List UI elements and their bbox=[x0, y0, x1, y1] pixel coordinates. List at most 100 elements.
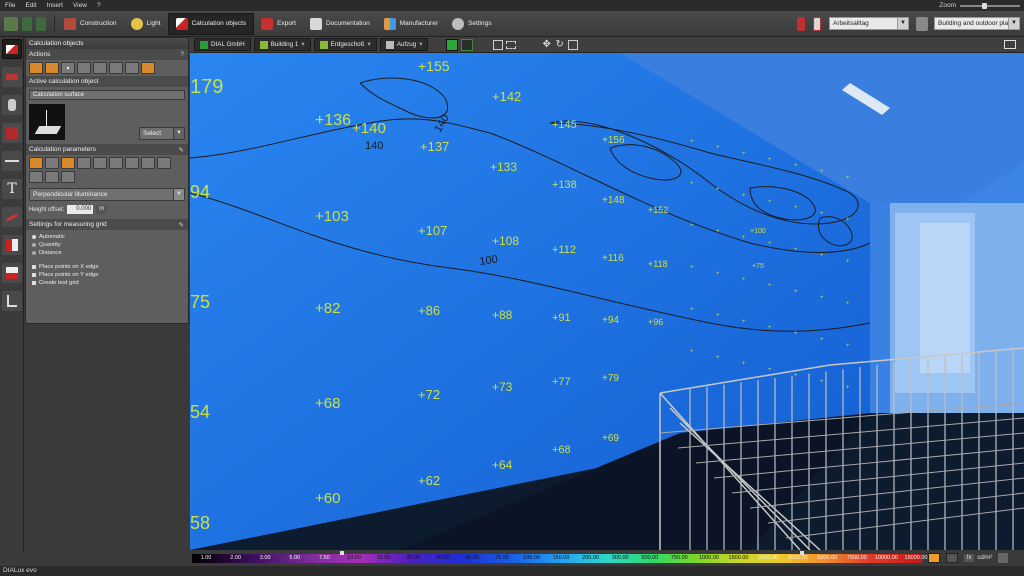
legend-options-icon[interactable] bbox=[998, 553, 1009, 563]
calculation-surface-field[interactable]: Calculation surface bbox=[29, 90, 185, 100]
param-illuminance-button[interactable] bbox=[29, 157, 43, 169]
tab-manufacturer[interactable]: Manufacturer bbox=[377, 13, 445, 35]
scene-on-icon[interactable] bbox=[813, 16, 821, 31]
legend-toggle-button[interactable] bbox=[946, 553, 958, 563]
text-tool[interactable]: T bbox=[2, 179, 22, 199]
light-scene-select[interactable]: Arbeitsalltag ▼ bbox=[829, 17, 909, 30]
param-glare-button[interactable] bbox=[109, 157, 123, 169]
param-semicyl-button[interactable] bbox=[141, 157, 155, 169]
result-tool[interactable] bbox=[2, 263, 22, 283]
zoom-window-icon[interactable] bbox=[568, 39, 579, 50]
rotate-icon[interactable]: ↻ bbox=[555, 39, 565, 50]
fit-view-icon[interactable] bbox=[493, 39, 504, 50]
param-vertical-button[interactable] bbox=[45, 157, 59, 169]
place-points-y-checkbox[interactable]: Place points on Y edge bbox=[26, 271, 188, 279]
legend-tick: 1000.00 bbox=[698, 554, 719, 561]
grid-mode-quantity[interactable]: Quantity bbox=[26, 241, 188, 249]
param-cylindrical-button[interactable] bbox=[125, 157, 139, 169]
view-mode-b-button[interactable] bbox=[461, 38, 474, 51]
help-icon[interactable]: ? bbox=[180, 51, 184, 58]
pin-icon[interactable]: ✎ bbox=[179, 221, 184, 229]
redo-icon[interactable] bbox=[36, 16, 46, 31]
grid-tool[interactable] bbox=[2, 235, 22, 255]
room-tool[interactable] bbox=[2, 123, 22, 143]
illuminance-point-far: + bbox=[768, 367, 772, 373]
false-color-scale[interactable]: 1.00 2.00 3.00 5.00 7.50 10.00 15.00 20.00 30.00… bbox=[192, 550, 927, 563]
new-doc-button[interactable] bbox=[45, 62, 59, 74]
legend-min-handle[interactable] bbox=[340, 550, 344, 555]
calc-surface-tool[interactable] bbox=[2, 39, 22, 59]
param-horizontal-button[interactable] bbox=[77, 157, 91, 169]
breadcrumb-building[interactable]: Building 1 ▾ bbox=[253, 38, 311, 51]
path-tool[interactable] bbox=[2, 207, 22, 227]
view-mode-select[interactable]: Building and outdoor pla... ▼ bbox=[934, 17, 1020, 30]
menu-edit[interactable]: Edit bbox=[20, 2, 41, 9]
param-perp-button[interactable] bbox=[61, 157, 75, 169]
place-points-x-checkbox[interactable]: Place points on X edge bbox=[26, 263, 188, 271]
tab-calculation-objects[interactable]: Calculation objects bbox=[167, 12, 255, 35]
grid-c-button[interactable] bbox=[109, 62, 123, 74]
calculation-type-select[interactable]: Perpendicular illuminance ▼ bbox=[29, 188, 185, 201]
grid-a-button[interactable] bbox=[77, 62, 91, 74]
menu-file[interactable]: File bbox=[0, 2, 20, 9]
zoom-slider[interactable] bbox=[960, 2, 1020, 9]
grid-mode-group: Automatic Quantity Distance bbox=[26, 230, 188, 257]
tab-export[interactable]: Export bbox=[254, 13, 303, 35]
tab-settings[interactable]: Settings bbox=[445, 13, 499, 35]
delete-button[interactable] bbox=[125, 62, 139, 74]
chevron-down-icon: ▼ bbox=[897, 18, 908, 29]
scene-render[interactable]: 10014014017994755458+155+142+136 +140+137… bbox=[190, 53, 1024, 550]
new-object-button[interactable] bbox=[29, 62, 43, 74]
hand-button[interactable] bbox=[141, 62, 155, 74]
height-offset-input[interactable]: 0.000 bbox=[67, 205, 94, 214]
grid-b-button[interactable] bbox=[93, 62, 107, 74]
select-button[interactable]: Select ▼ bbox=[139, 127, 185, 140]
cylinder-tool[interactable] bbox=[2, 95, 22, 115]
legend-max-handle[interactable] bbox=[800, 550, 804, 555]
grid-mode-distance[interactable]: Distance bbox=[26, 249, 188, 257]
view-mode-a-button[interactable] bbox=[446, 38, 459, 51]
zoom-slider-handle[interactable] bbox=[982, 2, 987, 9]
param-daylight-button[interactable] bbox=[157, 157, 171, 169]
breadcrumb-room[interactable]: Aufzug ▾ bbox=[379, 38, 429, 51]
breadcrumb-project[interactable]: DIAL GmbH bbox=[194, 38, 251, 51]
legend-swatch-button[interactable] bbox=[928, 553, 940, 563]
params-title: Calculation parameters bbox=[29, 146, 96, 153]
grid-mode-automatic[interactable]: Automatic bbox=[26, 233, 188, 241]
menu-insert[interactable]: Insert bbox=[42, 2, 68, 9]
create-test-grid-checkbox[interactable]: Create test grid bbox=[26, 279, 188, 287]
save-icon[interactable] bbox=[4, 16, 18, 31]
param-shadow-button[interactable] bbox=[61, 171, 75, 183]
rect-zoom-icon[interactable] bbox=[506, 40, 517, 49]
hierarchy-tool[interactable] bbox=[2, 291, 22, 311]
param-ugr-button[interactable] bbox=[29, 171, 43, 183]
scene-off-icon[interactable] bbox=[797, 16, 805, 31]
chevron-down-icon: ▼ bbox=[1008, 18, 1019, 29]
param-luminance-button[interactable] bbox=[93, 157, 107, 169]
breadcrumb-floor[interactable]: Erdgeschoß ▾ bbox=[313, 38, 377, 51]
3d-viewport[interactable]: 100 140 140 179 94 75 54 58 +155 +142 +136 +140 +137… bbox=[190, 53, 1024, 550]
tab-construction[interactable]: Construction bbox=[57, 13, 124, 35]
legend-tick: 2000.00 bbox=[758, 554, 779, 561]
tab-light[interactable]: Light bbox=[124, 13, 168, 35]
measure-tool[interactable] bbox=[2, 151, 22, 171]
undo-icon[interactable] bbox=[22, 16, 32, 31]
illuminance-point-far: + bbox=[742, 151, 746, 157]
legend-tick: 50.00 bbox=[465, 554, 480, 561]
fullscreen-icon[interactable] bbox=[1004, 40, 1016, 49]
param-sun-button[interactable] bbox=[45, 171, 59, 183]
menu-help[interactable]: ? bbox=[92, 2, 106, 9]
workplane-tool[interactable] bbox=[2, 67, 22, 87]
monitor-icon[interactable] bbox=[916, 16, 928, 31]
illuminance-point: +68 bbox=[552, 444, 571, 456]
unit-lx-button[interactable]: lx bbox=[964, 554, 975, 562]
cylinder-icon bbox=[8, 99, 16, 111]
pan-icon[interactable]: ✥ bbox=[542, 39, 552, 50]
unit-cd-button[interactable]: cd/m² bbox=[974, 554, 995, 562]
menu-view[interactable]: View bbox=[68, 2, 92, 9]
illuminance-point-far: + bbox=[690, 139, 694, 145]
point-button[interactable] bbox=[61, 62, 75, 74]
tab-documentation[interactable]: Documentation bbox=[303, 13, 377, 35]
illuminance-point: +72 bbox=[418, 387, 440, 402]
pin-icon[interactable]: ✎ bbox=[179, 146, 184, 154]
